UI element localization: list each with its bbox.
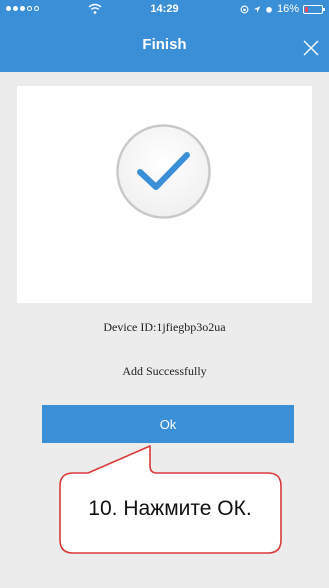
annotation-text: 10. Нажмите ОК. [88, 497, 252, 520]
